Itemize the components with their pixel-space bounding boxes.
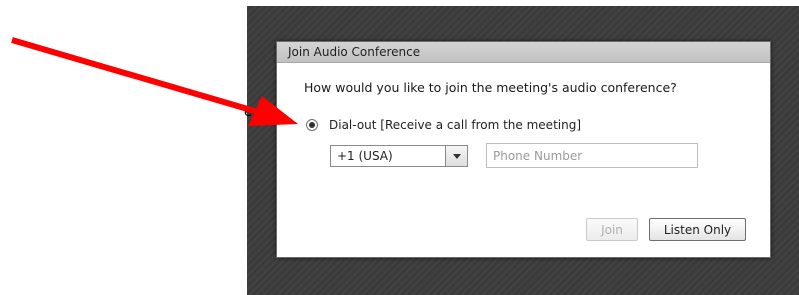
dialog-titlebar[interactable]: Join Audio Conference [277, 42, 770, 63]
dialog-question: How would you like to join the meeting's… [304, 80, 677, 95]
phone-number-input[interactable] [486, 143, 698, 168]
dial-out-option[interactable]: Dial-out [Receive a call from the meetin… [306, 118, 581, 132]
dial-out-label: Dial-out [Receive a call from the meetin… [329, 118, 582, 132]
join-audio-dialog: Join Audio Conference How would you like… [276, 41, 771, 258]
listen-only-button[interactable]: Listen Only [649, 218, 746, 241]
country-code-value: +1 (USA) [337, 149, 393, 163]
radio-selected-dot [309, 122, 315, 128]
screenshot-stage: ed Join Audio Conference How would you l… [0, 0, 799, 295]
dial-out-radio[interactable] [306, 119, 318, 131]
arrow-shaft [11, 37, 259, 115]
dialog-title: Join Audio Conference [288, 45, 421, 59]
country-code-select[interactable]: +1 (USA) [330, 145, 468, 167]
select-arrow-button[interactable] [445, 146, 467, 166]
join-button[interactable]: Join [586, 218, 638, 241]
background-text-fragment: ed [244, 105, 261, 120]
chevron-down-icon [452, 153, 461, 159]
